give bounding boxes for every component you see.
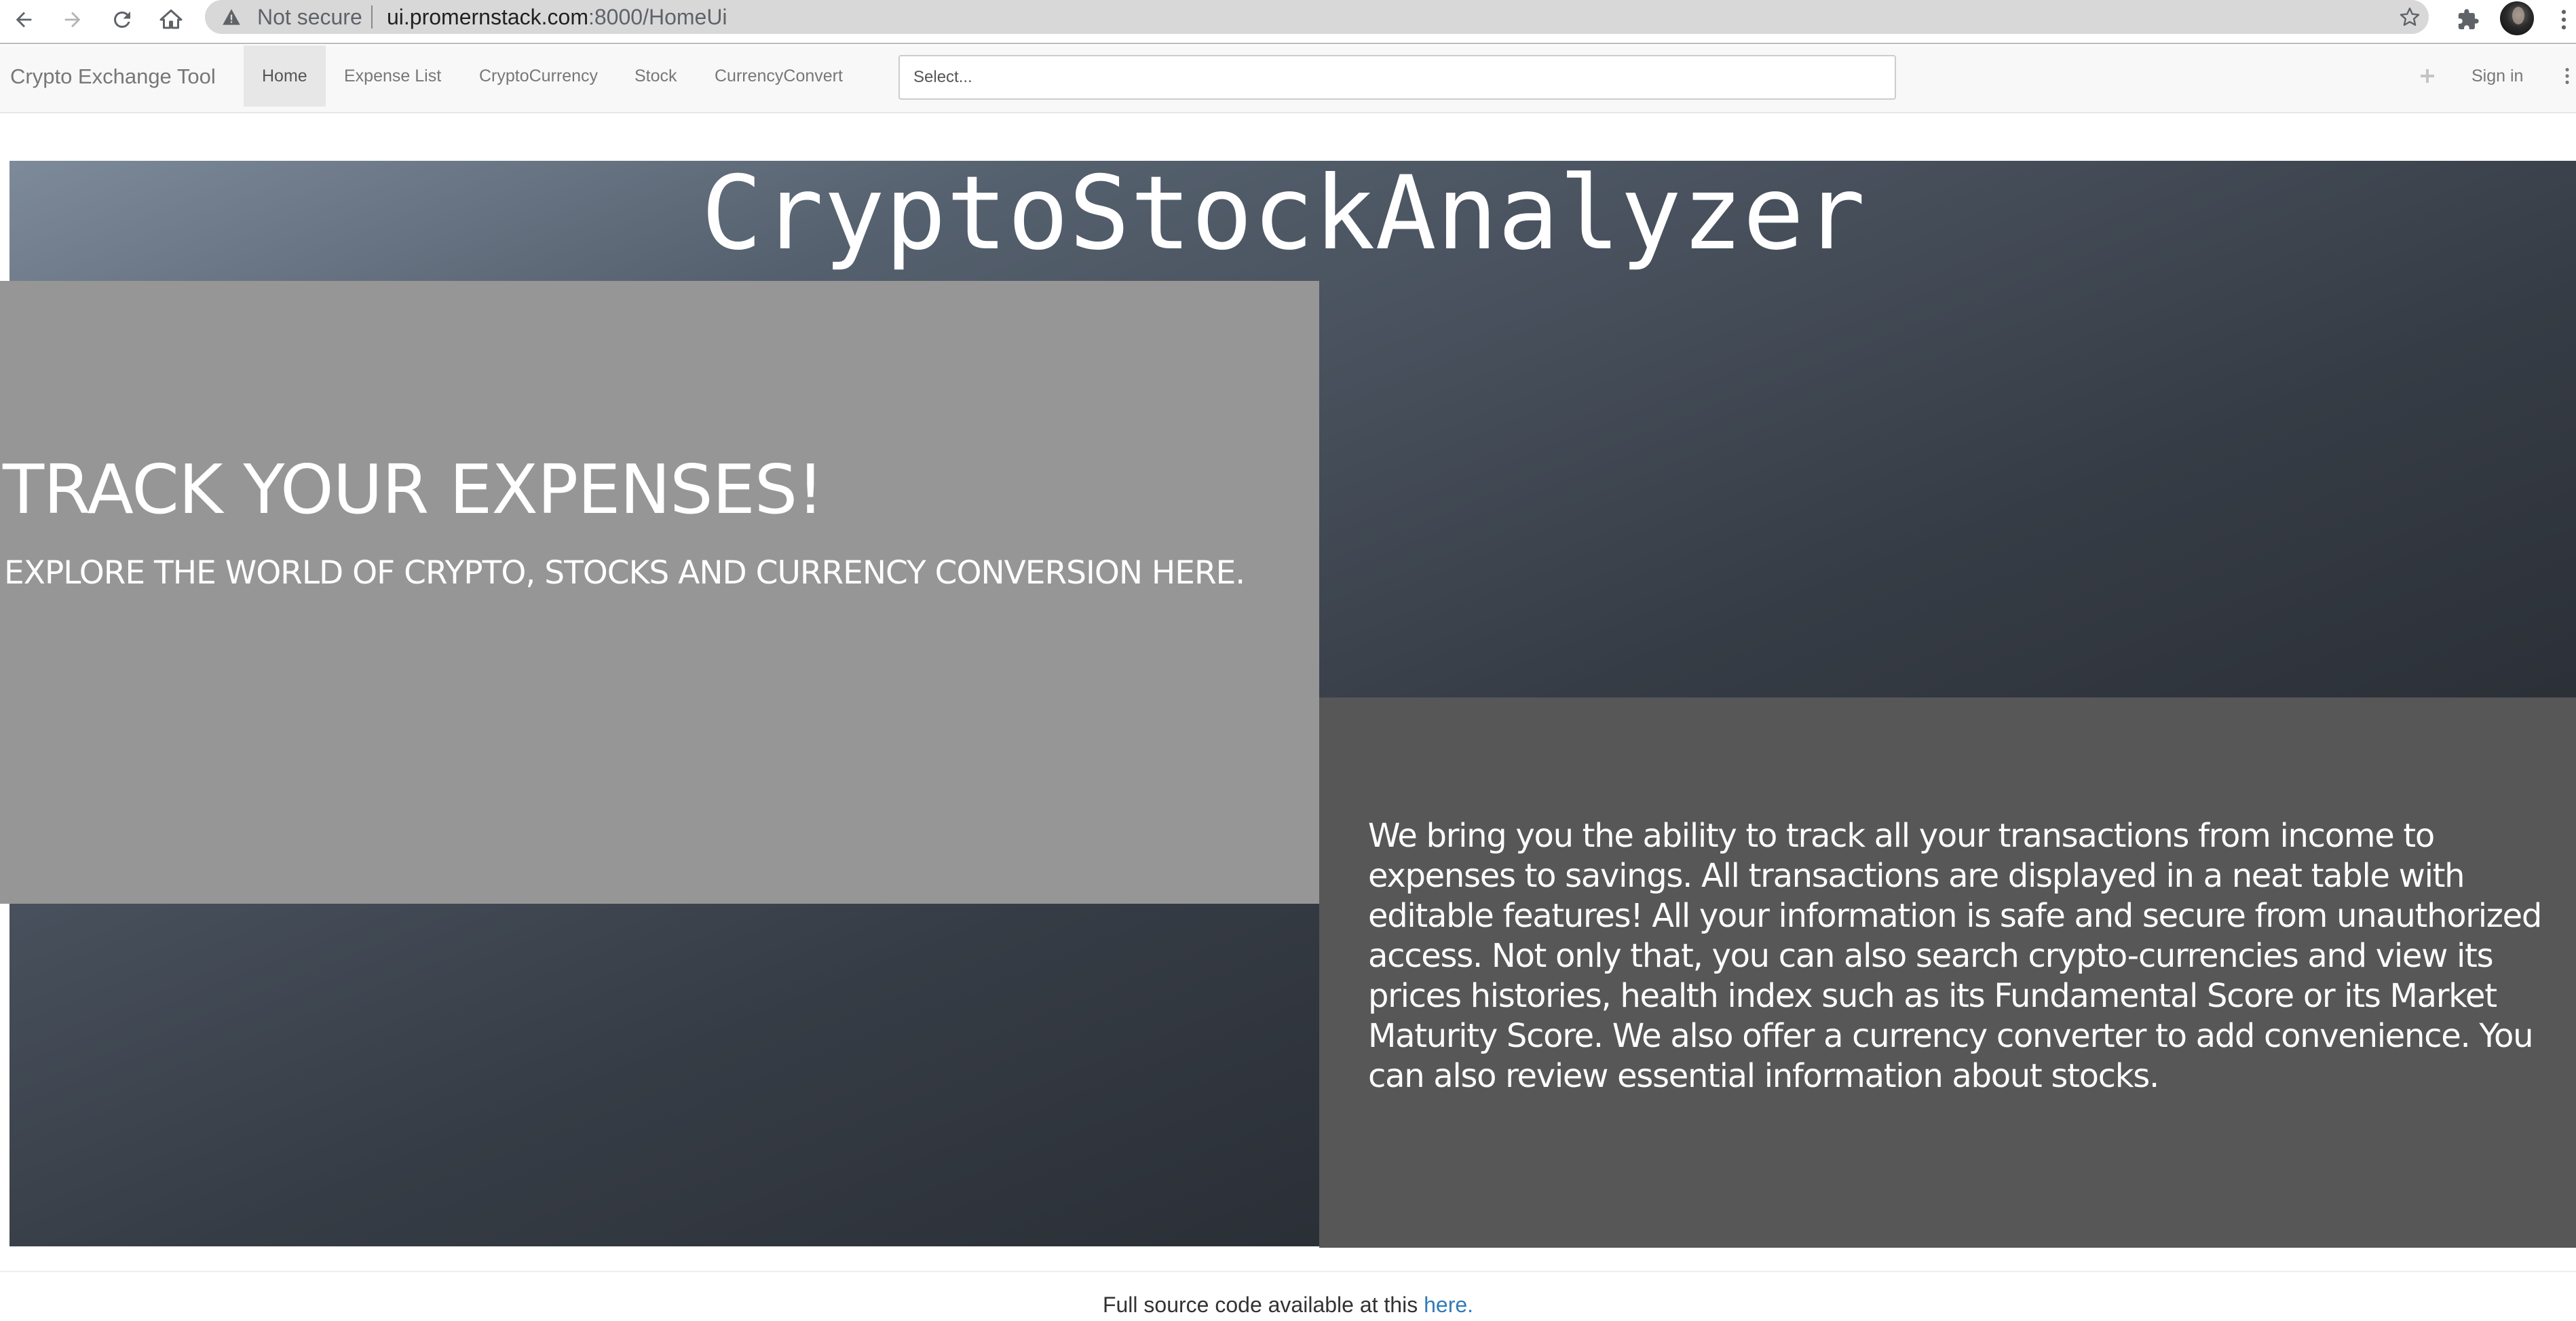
app-navbar: Crypto Exchange Tool Home Expense List C… bbox=[0, 45, 2576, 113]
url-path: :8000/HomeUi bbox=[588, 5, 727, 29]
hero-heading: TRACK YOUR EXPENSES! bbox=[3, 450, 824, 529]
sign-in-link[interactable]: Sign in bbox=[2451, 45, 2543, 107]
back-arrow-icon[interactable] bbox=[7, 3, 41, 37]
puzzle-icon[interactable] bbox=[2451, 3, 2485, 37]
nav-stock[interactable]: Stock bbox=[616, 45, 696, 107]
brand-link[interactable]: Crypto Exchange Tool bbox=[10, 45, 216, 108]
nav-expense-list[interactable]: Expense List bbox=[326, 45, 459, 107]
kebab-menu-icon[interactable] bbox=[2552, 3, 2576, 37]
hero-subheading: EXPLORE THE WORLD OF CRYPTO, STOCKS AND … bbox=[4, 554, 1245, 592]
hero-description: We bring you the ability to track all yo… bbox=[1368, 817, 2542, 1095]
address-bar[interactable]: Not secure ui.promernstack.com:8000/Home… bbox=[205, 0, 2429, 34]
hero-title: CryptoStockAnalyzer bbox=[701, 155, 1865, 273]
source-code-link[interactable]: here. bbox=[1424, 1293, 1473, 1317]
forward-arrow-icon[interactable] bbox=[56, 3, 90, 37]
home-icon[interactable] bbox=[154, 3, 188, 37]
avatar[interactable] bbox=[2500, 1, 2534, 35]
reload-icon[interactable] bbox=[105, 3, 139, 37]
search-select[interactable]: Select... bbox=[898, 55, 1896, 100]
footer: Full source code available at this here. bbox=[0, 1293, 2576, 1318]
url-text[interactable]: ui.promernstack.com:8000/HomeUi bbox=[387, 0, 727, 34]
footer-text: Full source code available at this bbox=[1102, 1293, 1424, 1317]
nav-cryptocurrency[interactable]: CryptoCurrency bbox=[461, 45, 616, 107]
security-label[interactable]: Not secure bbox=[257, 0, 362, 34]
nav-currencyconvert[interactable]: CurrencyConvert bbox=[696, 45, 861, 107]
left-panel bbox=[0, 281, 1319, 904]
footer-divider bbox=[0, 1271, 2576, 1272]
omnibox-separator bbox=[371, 5, 373, 28]
url-host: ui.promernstack.com bbox=[387, 5, 588, 29]
browser-toolbar: Not secure ui.promernstack.com:8000/Home… bbox=[0, 0, 2576, 44]
plus-icon[interactable] bbox=[2414, 62, 2441, 90]
select-placeholder: Select... bbox=[913, 68, 972, 86]
warning-icon[interactable] bbox=[222, 8, 241, 29]
star-icon[interactable] bbox=[2399, 6, 2421, 31]
more-options-icon[interactable] bbox=[2558, 62, 2576, 90]
nav-home[interactable]: Home bbox=[244, 45, 326, 107]
